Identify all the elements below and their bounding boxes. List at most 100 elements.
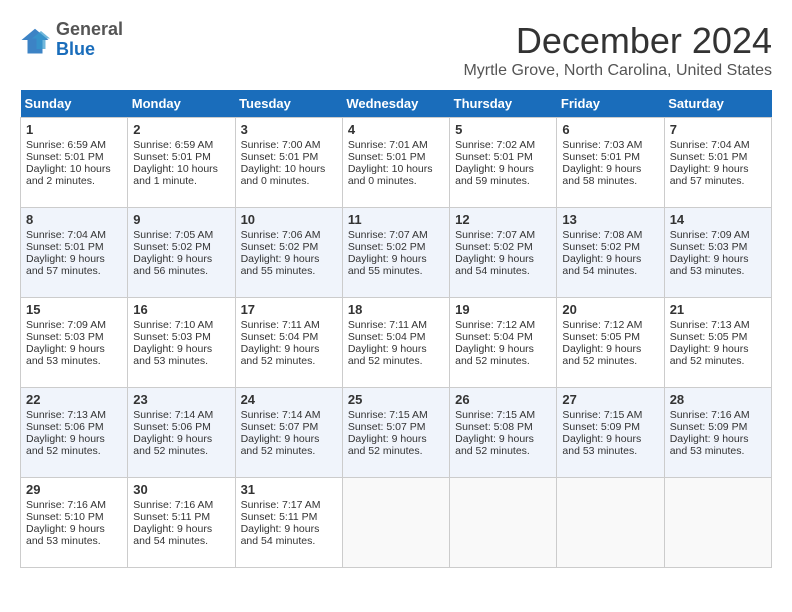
weekday-header: Tuesday — [235, 90, 342, 118]
calendar-cell: 26Sunrise: 7:15 AMSunset: 5:08 PMDayligh… — [450, 388, 557, 478]
day-number: 10 — [241, 212, 337, 227]
calendar-cell — [450, 478, 557, 568]
calendar-cell: 6 Sunrise: 7:03 AMSunset: 5:01 PMDaylight… — [557, 118, 664, 208]
calendar-cell: 10Sunrise: 7:06 AMSunset: 5:02 PMDayligh… — [235, 208, 342, 298]
sunset-text: Sunset: 5:01 PM — [348, 151, 426, 163]
day-number: 13 — [562, 212, 658, 227]
sunset-text: Sunset: 5:06 PM — [26, 421, 104, 433]
daylight-text: Daylight: 9 hours and 52 minutes. — [670, 343, 749, 367]
daylight-text: Daylight: 9 hours and 59 minutes. — [455, 163, 534, 187]
calendar-cell: 25Sunrise: 7:15 AMSunset: 5:07 PMDayligh… — [342, 388, 449, 478]
daylight-text: Daylight: 9 hours and 52 minutes. — [133, 433, 212, 457]
sunrise-text: Sunrise: 7:13 AM — [26, 409, 106, 421]
sunrise-text: Sunrise: 7:15 AM — [455, 409, 535, 421]
day-number: 21 — [670, 302, 766, 317]
sunrise-text: Sunrise: 7:12 AM — [562, 319, 642, 331]
sunrise-text: Sunrise: 7:01 AM — [348, 139, 428, 151]
calendar-cell: 21 Sunrise: 7:13 AMSunset: 5:05 PMDayligh… — [664, 298, 771, 388]
daylight-text: Daylight: 9 hours and 58 minutes. — [562, 163, 641, 187]
sunrise-text: Sunrise: 7:15 AM — [562, 409, 642, 421]
sunset-text: Sunset: 5:05 PM — [670, 331, 748, 343]
sunset-text: Sunset: 5:02 PM — [133, 241, 211, 253]
sunrise-text: Sunrise: 7:00 AM — [241, 139, 321, 151]
sunset-text: Sunset: 5:09 PM — [670, 421, 748, 433]
sunset-text: Sunset: 5:07 PM — [348, 421, 426, 433]
sunset-text: Sunset: 5:01 PM — [562, 151, 640, 163]
calendar-cell: 2Sunrise: 6:59 AMSunset: 5:01 PMDaylight… — [128, 118, 235, 208]
calendar-cell: 17Sunrise: 7:11 AMSunset: 5:04 PMDayligh… — [235, 298, 342, 388]
day-number: 7 — [670, 122, 766, 137]
sunset-text: Sunset: 5:02 PM — [348, 241, 426, 253]
calendar-cell: 24Sunrise: 7:14 AMSunset: 5:07 PMDayligh… — [235, 388, 342, 478]
daylight-text: Daylight: 9 hours and 54 minutes. — [455, 253, 534, 277]
daylight-text: Daylight: 10 hours and 1 minute. — [133, 163, 218, 187]
sunrise-text: Sunrise: 7:15 AM — [348, 409, 428, 421]
sunrise-text: Sunrise: 7:16 AM — [26, 499, 106, 511]
daylight-text: Daylight: 9 hours and 53 minutes. — [133, 343, 212, 367]
weekday-header: Saturday — [664, 90, 771, 118]
sunrise-text: Sunrise: 7:09 AM — [670, 229, 750, 241]
calendar-cell: 20Sunrise: 7:12 AMSunset: 5:05 PMDayligh… — [557, 298, 664, 388]
calendar-table: SundayMondayTuesdayWednesdayThursdayFrid… — [20, 90, 772, 568]
sunrise-text: Sunrise: 7:14 AM — [241, 409, 321, 421]
calendar-cell: 3Sunrise: 7:00 AMSunset: 5:01 PMDaylight… — [235, 118, 342, 208]
sunset-text: Sunset: 5:01 PM — [241, 151, 319, 163]
daylight-text: Daylight: 9 hours and 54 minutes. — [562, 253, 641, 277]
weekday-header: Friday — [557, 90, 664, 118]
sunset-text: Sunset: 5:04 PM — [241, 331, 319, 343]
calendar-cell — [664, 478, 771, 568]
calendar-cell — [342, 478, 449, 568]
sunrise-text: Sunrise: 7:03 AM — [562, 139, 642, 151]
daylight-text: Daylight: 9 hours and 52 minutes. — [26, 433, 105, 457]
sunset-text: Sunset: 5:04 PM — [348, 331, 426, 343]
daylight-text: Daylight: 9 hours and 52 minutes. — [241, 343, 320, 367]
calendar-cell: 15Sunrise: 7:09 AMSunset: 5:03 PMDayligh… — [21, 298, 128, 388]
sunset-text: Sunset: 5:02 PM — [241, 241, 319, 253]
weekday-header: Sunday — [21, 90, 128, 118]
sunset-text: Sunset: 5:01 PM — [26, 151, 104, 163]
sunrise-text: Sunrise: 7:05 AM — [133, 229, 213, 241]
sunset-text: Sunset: 5:04 PM — [455, 331, 533, 343]
day-number: 11 — [348, 212, 444, 227]
daylight-text: Daylight: 9 hours and 53 minutes. — [562, 433, 641, 457]
calendar-cell: 27Sunrise: 7:15 AMSunset: 5:09 PMDayligh… — [557, 388, 664, 478]
weekday-header: Thursday — [450, 90, 557, 118]
day-number: 8 — [26, 212, 122, 227]
sunset-text: Sunset: 5:03 PM — [26, 331, 104, 343]
logo-icon — [20, 25, 50, 55]
sunrise-text: Sunrise: 7:08 AM — [562, 229, 642, 241]
weekday-header: Monday — [128, 90, 235, 118]
day-number: 9 — [133, 212, 229, 227]
sunrise-text: Sunrise: 7:07 AM — [455, 229, 535, 241]
calendar-cell: 31Sunrise: 7:17 AMSunset: 5:11 PMDayligh… — [235, 478, 342, 568]
calendar-cell: 8Sunrise: 7:04 AMSunset: 5:01 PMDaylight… — [21, 208, 128, 298]
day-number: 18 — [348, 302, 444, 317]
day-number: 4 — [348, 122, 444, 137]
sunset-text: Sunset: 5:10 PM — [26, 511, 104, 523]
sunrise-text: Sunrise: 7:11 AM — [241, 319, 320, 331]
sunrise-text: Sunrise: 7:12 AM — [455, 319, 535, 331]
sunrise-text: Sunrise: 7:04 AM — [670, 139, 750, 151]
daylight-text: Daylight: 9 hours and 53 minutes. — [26, 343, 105, 367]
logo-blue-text: Blue — [56, 40, 123, 60]
calendar-cell — [557, 478, 664, 568]
calendar-cell: 16Sunrise: 7:10 AMSunset: 5:03 PMDayligh… — [128, 298, 235, 388]
calendar-header: SundayMondayTuesdayWednesdayThursdayFrid… — [21, 90, 772, 118]
sunrise-text: Sunrise: 6:59 AM — [133, 139, 213, 151]
daylight-text: Daylight: 9 hours and 55 minutes. — [348, 253, 427, 277]
sunrise-text: Sunrise: 7:07 AM — [348, 229, 428, 241]
calendar-cell: 13Sunrise: 7:08 AMSunset: 5:02 PMDayligh… — [557, 208, 664, 298]
daylight-text: Daylight: 9 hours and 52 minutes. — [455, 433, 534, 457]
sunset-text: Sunset: 5:11 PM — [241, 511, 318, 523]
sunset-text: Sunset: 5:01 PM — [26, 241, 104, 253]
sunrise-text: Sunrise: 7:13 AM — [670, 319, 750, 331]
day-number: 6 — [562, 122, 658, 137]
sunset-text: Sunset: 5:02 PM — [455, 241, 533, 253]
daylight-text: Daylight: 9 hours and 53 minutes. — [670, 433, 749, 457]
daylight-text: Daylight: 10 hours and 0 minutes. — [348, 163, 433, 187]
sunset-text: Sunset: 5:06 PM — [133, 421, 211, 433]
day-number: 15 — [26, 302, 122, 317]
sunrise-text: Sunrise: 7:04 AM — [26, 229, 106, 241]
day-number: 28 — [670, 392, 766, 407]
day-number: 5 — [455, 122, 551, 137]
